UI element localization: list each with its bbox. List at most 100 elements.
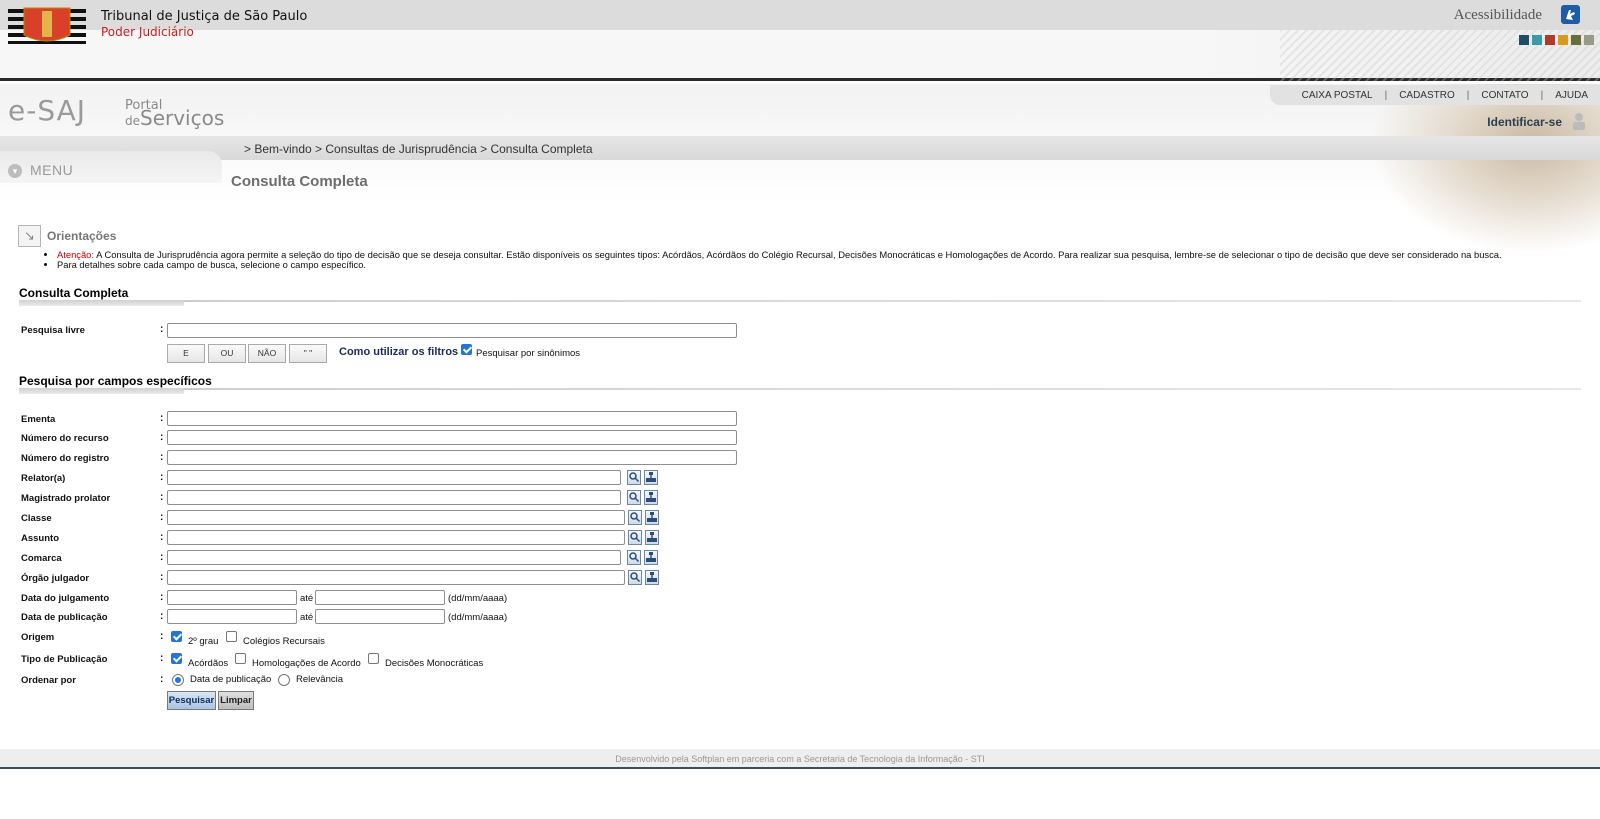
colon: : <box>160 413 164 424</box>
section-title-consulta: Consulta Completa <box>19 286 129 300</box>
numero-recurso-input[interactable] <box>167 430 737 445</box>
search-icon[interactable] <box>628 570 642 585</box>
synonyms-label: Pesquisar por sinônimos <box>476 348 581 359</box>
data-publicacao-start-input[interactable] <box>167 609 297 624</box>
origem-colegios-checkbox[interactable] <box>226 631 237 642</box>
origem-colegios-label: Colégios Recursais <box>243 636 325 647</box>
orientation-item: Para detalhes sobre cada campo de busca,… <box>57 260 1586 270</box>
breadcrumb[interactable]: > Bem-vindo > Consultas de Jurisprudênci… <box>244 142 593 156</box>
comarca-input[interactable] <box>167 550 621 565</box>
tree-icon[interactable] <box>645 510 659 525</box>
not-operator-button[interactable]: NÃO <box>248 344 286 363</box>
data-julgamento-end-input[interactable] <box>315 590 445 605</box>
and-operator-button[interactable]: E <box>167 344 205 363</box>
search-button[interactable]: Pesquisar <box>167 691 216 710</box>
tipo-monocraticas-checkbox[interactable] <box>368 653 379 664</box>
color-swatch[interactable] <box>1584 35 1594 45</box>
classe-input[interactable] <box>167 510 625 525</box>
search-icon[interactable] <box>627 470 641 485</box>
magistrado-input[interactable] <box>167 490 621 505</box>
synonyms-checkbox[interactable] <box>461 344 472 355</box>
orgao-input[interactable] <box>167 570 625 585</box>
orgao-label: Órgão julgador <box>21 573 90 584</box>
tipo-acordaos-checkbox[interactable] <box>171 653 182 664</box>
colon: : <box>160 611 164 622</box>
esaj-logo[interactable]: e-SAJ <box>8 94 86 127</box>
color-swatch[interactable] <box>1571 35 1581 45</box>
color-swatch[interactable] <box>1558 35 1568 45</box>
numero-registro-label: Número do registro <box>21 453 110 464</box>
ordenar-data-radio[interactable] <box>172 674 184 686</box>
assunto-input[interactable] <box>167 530 625 545</box>
ajuda-link[interactable]: AJUDA <box>1555 90 1588 101</box>
caixa-postal-link[interactable]: CAIXA POSTAL <box>1302 90 1373 101</box>
assunto-label: Assunto <box>21 533 59 544</box>
section-title-specific: Pesquisa por campos específicos <box>19 374 212 388</box>
quotes-operator-button[interactable]: " " <box>289 344 327 363</box>
arrow-down-right-icon[interactable]: ↘ <box>18 225 41 247</box>
origem-label: Origem <box>21 632 55 643</box>
portal-line-3: Serviços <box>140 106 225 130</box>
ementa-input[interactable] <box>167 411 737 426</box>
tree-icon[interactable] <box>644 490 658 505</box>
cadastro-link[interactable]: CADASTRO <box>1399 90 1455 101</box>
colon: : <box>160 432 164 443</box>
orientations-list: Atenção: A Consulta de Jurisprudência ag… <box>46 250 1586 270</box>
data-julgamento-start-input[interactable] <box>167 590 297 605</box>
search-icon[interactable] <box>628 530 642 545</box>
section-divider <box>19 300 1581 306</box>
search-icon[interactable] <box>627 550 641 565</box>
colon: : <box>160 592 164 603</box>
tipo-acordaos-label: Acórdãos <box>188 658 229 669</box>
colon: : <box>160 492 164 503</box>
separator: | <box>1384 89 1388 101</box>
numero-registro-input[interactable] <box>167 450 737 465</box>
page-title: Consulta Completa <box>231 173 368 190</box>
search-icon[interactable] <box>628 510 642 525</box>
tjsp-logo-icon[interactable] <box>8 5 86 45</box>
accessibility-icon[interactable] <box>1561 5 1580 24</box>
color-swatch[interactable] <box>1545 35 1555 45</box>
color-swatch[interactable] <box>1519 35 1529 45</box>
or-operator-button[interactable]: OU <box>208 344 246 363</box>
comarca-label: Comarca <box>21 553 62 564</box>
colon: : <box>160 324 164 335</box>
filters-help-link[interactable]: Como utilizar os filtros <box>339 346 458 358</box>
contato-link[interactable]: CONTATO <box>1481 90 1528 101</box>
menu-label[interactable]: MENU <box>30 162 73 178</box>
org-subtitle: Poder Judiciário <box>101 25 194 39</box>
site-header <box>0 30 1600 81</box>
clear-button[interactable]: Limpar <box>218 691 254 710</box>
org-name: Tribunal de Justiça de São Paulo <box>101 9 308 24</box>
tree-icon[interactable] <box>644 550 658 565</box>
portal-servicos-logo: Portal deServiços <box>125 99 224 128</box>
top-links: CAIXA POSTAL | CADASTRO | CONTATO | AJUD… <box>1270 85 1600 105</box>
ordenar-relevancia-label: Relevância <box>296 674 343 685</box>
tipo-homologacoes-checkbox[interactable] <box>235 653 246 664</box>
classe-label: Classe <box>21 513 52 524</box>
colon: : <box>160 631 164 642</box>
tipo-publicacao-label: Tipo de Publicação <box>21 654 108 665</box>
accessibility-link[interactable]: Acessibilidade <box>1454 7 1542 24</box>
user-icon[interactable] <box>1572 112 1586 130</box>
free-search-input[interactable] <box>167 323 737 338</box>
identify-link[interactable]: Identificar-se <box>1487 115 1562 129</box>
orientations-title[interactable]: Orientações <box>47 229 116 243</box>
origem-2grau-label: 2º grau <box>188 636 219 647</box>
search-icon[interactable] <box>627 490 641 505</box>
colon: : <box>160 532 164 543</box>
tipo-homologacoes-label: Homologações de Acordo <box>252 658 361 669</box>
date-between-label: até <box>300 612 314 623</box>
ordenar-relevancia-radio[interactable] <box>278 674 290 686</box>
data-publicacao-end-input[interactable] <box>315 609 445 624</box>
gavel-image <box>1370 84 1600 254</box>
chevron-down-icon[interactable]: ▾ <box>8 164 22 178</box>
numero-recurso-label: Número do recurso <box>21 433 109 444</box>
colon: : <box>160 552 164 563</box>
origem-2grau-checkbox[interactable] <box>171 631 182 642</box>
tree-icon[interactable] <box>645 530 659 545</box>
color-swatch[interactable] <box>1532 35 1542 45</box>
relator-input[interactable] <box>167 470 621 485</box>
tree-icon[interactable] <box>645 570 659 585</box>
tree-icon[interactable] <box>644 470 658 485</box>
